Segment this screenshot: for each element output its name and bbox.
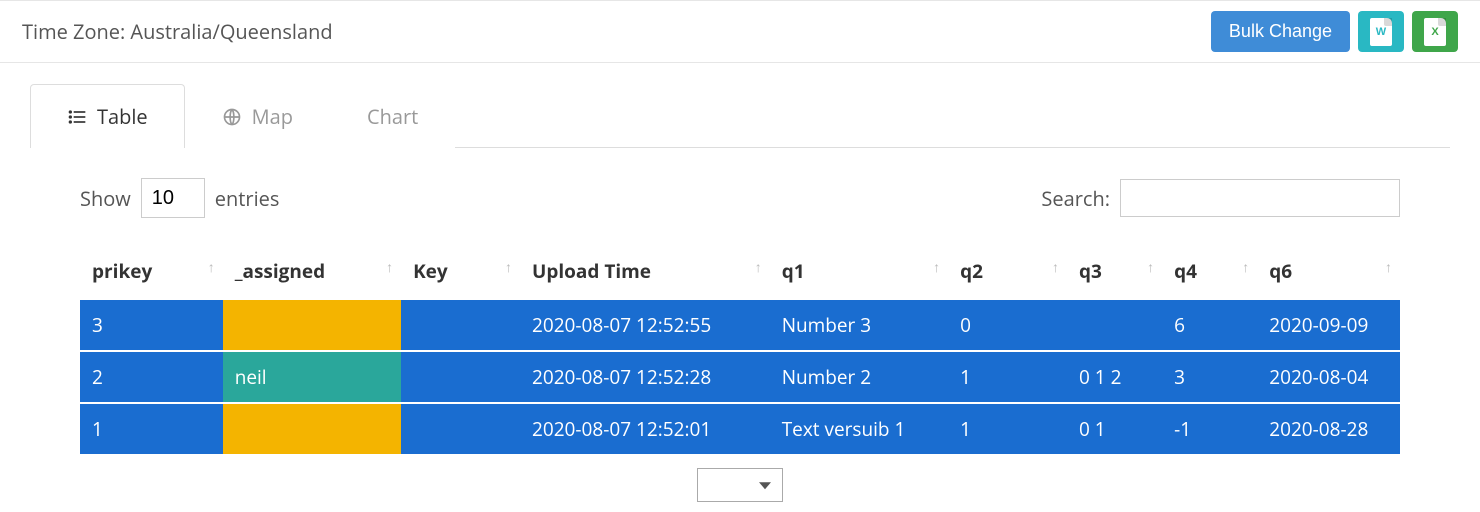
page-select[interactable] — [697, 468, 783, 502]
cell-upload-time: 2020-08-07 12:52:28 — [520, 351, 770, 403]
tab-table-label: Table — [97, 103, 148, 130]
col-header-q2[interactable]: q2↑ — [948, 248, 1067, 299]
table-controls: Show entries Search: — [80, 178, 1400, 218]
cell-key — [401, 351, 520, 403]
cell-q1: Text versuib 1 — [770, 403, 948, 455]
cell-key — [401, 403, 520, 455]
cell-q6: 2020-09-09 — [1257, 299, 1400, 351]
bulk-change-button[interactable]: Bulk Change — [1211, 11, 1350, 52]
timezone-label: Time Zone: Australia/Queensland — [22, 18, 333, 45]
table-row[interactable]: 2 neil 2020-08-07 12:52:28 Number 2 1 0 … — [80, 351, 1400, 403]
cell-q2: 1 — [948, 403, 1067, 455]
tab-chart-label: Chart — [367, 103, 418, 130]
header-actions: Bulk Change W X — [1211, 11, 1458, 52]
col-header-assigned[interactable]: _assigned↑ — [223, 248, 401, 299]
export-word-button[interactable]: W — [1358, 11, 1404, 52]
cell-q3: 0 1 — [1067, 403, 1162, 455]
sort-arrow-icon: ↑ — [505, 258, 512, 277]
pager — [80, 456, 1400, 502]
search-label: Search: — [1041, 185, 1110, 212]
cell-prikey: 2 — [80, 351, 223, 403]
cell-q4: 6 — [1162, 299, 1257, 351]
cell-prikey: 3 — [80, 299, 223, 351]
tab-map-label: Map — [252, 103, 293, 130]
cell-q3 — [1067, 299, 1162, 351]
sort-arrow-icon: ↑ — [386, 258, 393, 277]
col-header-q3[interactable]: q3↑ — [1067, 248, 1162, 299]
header-bar: Time Zone: Australia/Queensland Bulk Cha… — [0, 0, 1480, 63]
table-pane: Show entries Search: prikey↑ _assigned↑ … — [30, 148, 1450, 512]
content-area: Table Map Chart Show entries Search: — [0, 63, 1480, 512]
cell-q2: 1 — [948, 351, 1067, 403]
word-file-icon: W — [1370, 18, 1392, 46]
sort-arrow-icon: ↑ — [933, 258, 940, 277]
cell-q1: Number 3 — [770, 299, 948, 351]
cell-q6: 2020-08-28 — [1257, 403, 1400, 455]
cell-q6: 2020-08-04 — [1257, 351, 1400, 403]
show-label: Show — [80, 185, 131, 212]
sort-arrow-icon: ↑ — [208, 258, 215, 277]
cell-assigned — [223, 299, 401, 351]
cell-q1: Number 2 — [770, 351, 948, 403]
tab-map[interactable]: Map — [185, 84, 330, 148]
globe-icon — [222, 107, 242, 127]
list-icon — [67, 107, 87, 127]
cell-assigned: neil — [223, 351, 401, 403]
cell-q2: 0 — [948, 299, 1067, 351]
cell-key — [401, 299, 520, 351]
tab-chart[interactable]: Chart — [330, 84, 455, 148]
export-excel-button[interactable]: X — [1412, 11, 1458, 52]
cell-prikey: 1 — [80, 403, 223, 455]
col-header-q1[interactable]: q1↑ — [770, 248, 948, 299]
sort-arrow-icon: ↑ — [1147, 258, 1154, 277]
search-wrap: Search: — [1041, 179, 1400, 217]
data-table: prikey↑ _assigned↑ Key↑ Upload Time↑ q1↑… — [80, 248, 1400, 456]
cell-assigned — [223, 403, 401, 455]
tab-bar: Table Map Chart — [30, 83, 1450, 148]
sort-arrow-icon: ↑ — [1052, 258, 1059, 277]
table-row[interactable]: 1 2020-08-07 12:52:01 Text versuib 1 1 0… — [80, 403, 1400, 455]
tab-table[interactable]: Table — [30, 84, 185, 148]
sort-arrow-icon: ↑ — [755, 258, 762, 277]
entries-label: entries — [215, 185, 280, 212]
col-header-key[interactable]: Key↑ — [401, 248, 520, 299]
search-input[interactable] — [1120, 179, 1400, 217]
col-header-upload-time[interactable]: Upload Time↑ — [520, 248, 770, 299]
cell-q3: 0 1 2 — [1067, 351, 1162, 403]
table-body: 3 2020-08-07 12:52:55 Number 3 0 6 2020-… — [80, 299, 1400, 455]
cell-upload-time: 2020-08-07 12:52:55 — [520, 299, 770, 351]
table-row[interactable]: 3 2020-08-07 12:52:55 Number 3 0 6 2020-… — [80, 299, 1400, 351]
col-header-prikey[interactable]: prikey↑ — [80, 248, 223, 299]
sort-arrow-icon: ↑ — [1242, 258, 1249, 277]
table-head: prikey↑ _assigned↑ Key↑ Upload Time↑ q1↑… — [80, 248, 1400, 299]
cell-q4: -1 — [1162, 403, 1257, 455]
show-entries: Show entries — [80, 178, 279, 218]
sort-arrow-icon: ↑ — [1385, 258, 1392, 277]
cell-q4: 3 — [1162, 351, 1257, 403]
col-header-q6[interactable]: q6↑ — [1257, 248, 1400, 299]
excel-file-icon: X — [1424, 18, 1446, 46]
col-header-q4[interactable]: q4↑ — [1162, 248, 1257, 299]
cell-upload-time: 2020-08-07 12:52:01 — [520, 403, 770, 455]
entries-input[interactable] — [141, 178, 205, 218]
